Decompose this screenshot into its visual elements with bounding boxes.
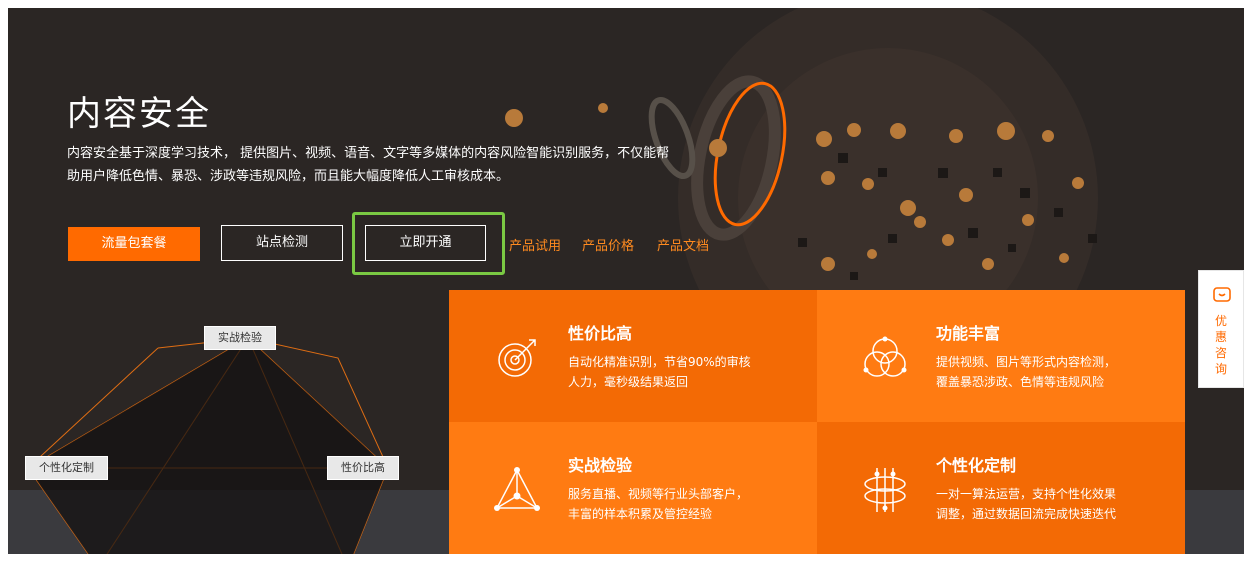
diagram-tag-cost-effective: 性价比高	[327, 456, 399, 480]
page-title: 内容安全	[67, 94, 211, 134]
consult-label-char: 咨	[1214, 346, 1227, 360]
consult-label-char: 询	[1214, 362, 1227, 376]
feature-card-customization: 个性化定制 一对一算法运营，支持个性化效果 调整，通过数据回流完成快速迭代	[817, 422, 1185, 554]
feature-line: 自动化精准识别，节省90%的审核	[568, 355, 751, 369]
description-line: 内容安全基于深度学习技术， 提供图片、视频、语音、文字等多媒体的内容风险智能识别…	[67, 146, 670, 161]
consult-label-char: 惠	[1214, 330, 1227, 344]
feature-title: 功能丰富	[936, 324, 1001, 343]
feature-line: 服务直播、视频等行业头部客户，	[568, 487, 749, 501]
consult-icon	[1213, 287, 1231, 302]
product-trial-link[interactable]: 产品试用	[509, 235, 561, 254]
diagram-tag-battle-tested: 实战检验	[204, 326, 276, 350]
feature-line: 覆盖暴恐涉政、色情等违规风险	[936, 375, 1105, 389]
feature-card-rich-features: 功能丰富 提供视频、图片等形式内容检测， 覆盖暴恐涉政、色情等违规风险	[817, 290, 1185, 422]
feature-description: 服务直播、视频等行业头部客户， 丰富的样本积累及管控经验	[568, 484, 798, 524]
activate-now-button[interactable]: 立即开通	[365, 225, 486, 261]
product-price-link[interactable]: 产品价格	[582, 235, 634, 254]
consult-label: 优 惠 咨 询	[1199, 313, 1243, 377]
feature-line: 提供视频、图片等形式内容检测，	[936, 355, 1117, 369]
traffic-pack-button[interactable]: 流量包套餐	[68, 227, 200, 261]
site-check-button[interactable]: 站点检测	[221, 225, 343, 261]
target-icon	[498, 339, 536, 377]
feature-description: 提供视频、图片等形式内容检测， 覆盖暴恐涉政、色情等违规风险	[936, 352, 1166, 392]
feature-description: 一对一算法运营，支持个性化效果 调整，通过数据回流完成快速迭代	[936, 484, 1166, 524]
consult-label-char: 优	[1214, 314, 1227, 328]
feature-title: 性价比高	[568, 324, 633, 343]
customize-icon	[864, 468, 906, 512]
feature-line: 人力，毫秒级结果返回	[568, 375, 689, 389]
diagram-tag-customization: 个性化定制	[25, 456, 108, 480]
feature-card-battle-tested: 实战检验 服务直播、视频等行业头部客户， 丰富的样本积累及管控经验	[449, 422, 817, 554]
feature-card-cost-effective: 性价比高 自动化精准识别，节省90%的审核 人力，毫秒级结果返回	[449, 290, 817, 422]
feature-line: 丰富的样本积累及管控经验	[568, 507, 713, 521]
triangle-network-icon	[494, 467, 540, 511]
feature-title: 实战检验	[568, 456, 633, 475]
feature-description: 自动化精准识别，节省90%的审核 人力，毫秒级结果返回	[568, 352, 798, 392]
feature-line: 一对一算法运营，支持个性化效果	[936, 487, 1117, 501]
product-description: 内容安全基于深度学习技术， 提供图片、视频、语音、文字等多媒体的内容风险智能识别…	[67, 142, 697, 188]
description-line: 助用户降低色情、暴恐、涉政等违规风险，而且能大幅度降低人工审核成本。	[67, 169, 510, 184]
feature-panel: 性价比高 自动化精准识别，节省90%的审核 人力，毫秒级结果返回 功能丰富 提供…	[449, 290, 1185, 554]
discount-consult-widget[interactable]: 优 惠 咨 询	[1198, 270, 1244, 388]
product-docs-link[interactable]: 产品文档	[657, 235, 709, 254]
feature-title: 个性化定制	[936, 456, 1017, 475]
hero-banner: 内容安全 内容安全基于深度学习技术， 提供图片、视频、语音、文字等多媒体的内容风…	[8, 8, 1244, 554]
venn-icon	[863, 336, 907, 377]
feature-line: 调整，通过数据回流完成快速迭代	[936, 507, 1117, 521]
